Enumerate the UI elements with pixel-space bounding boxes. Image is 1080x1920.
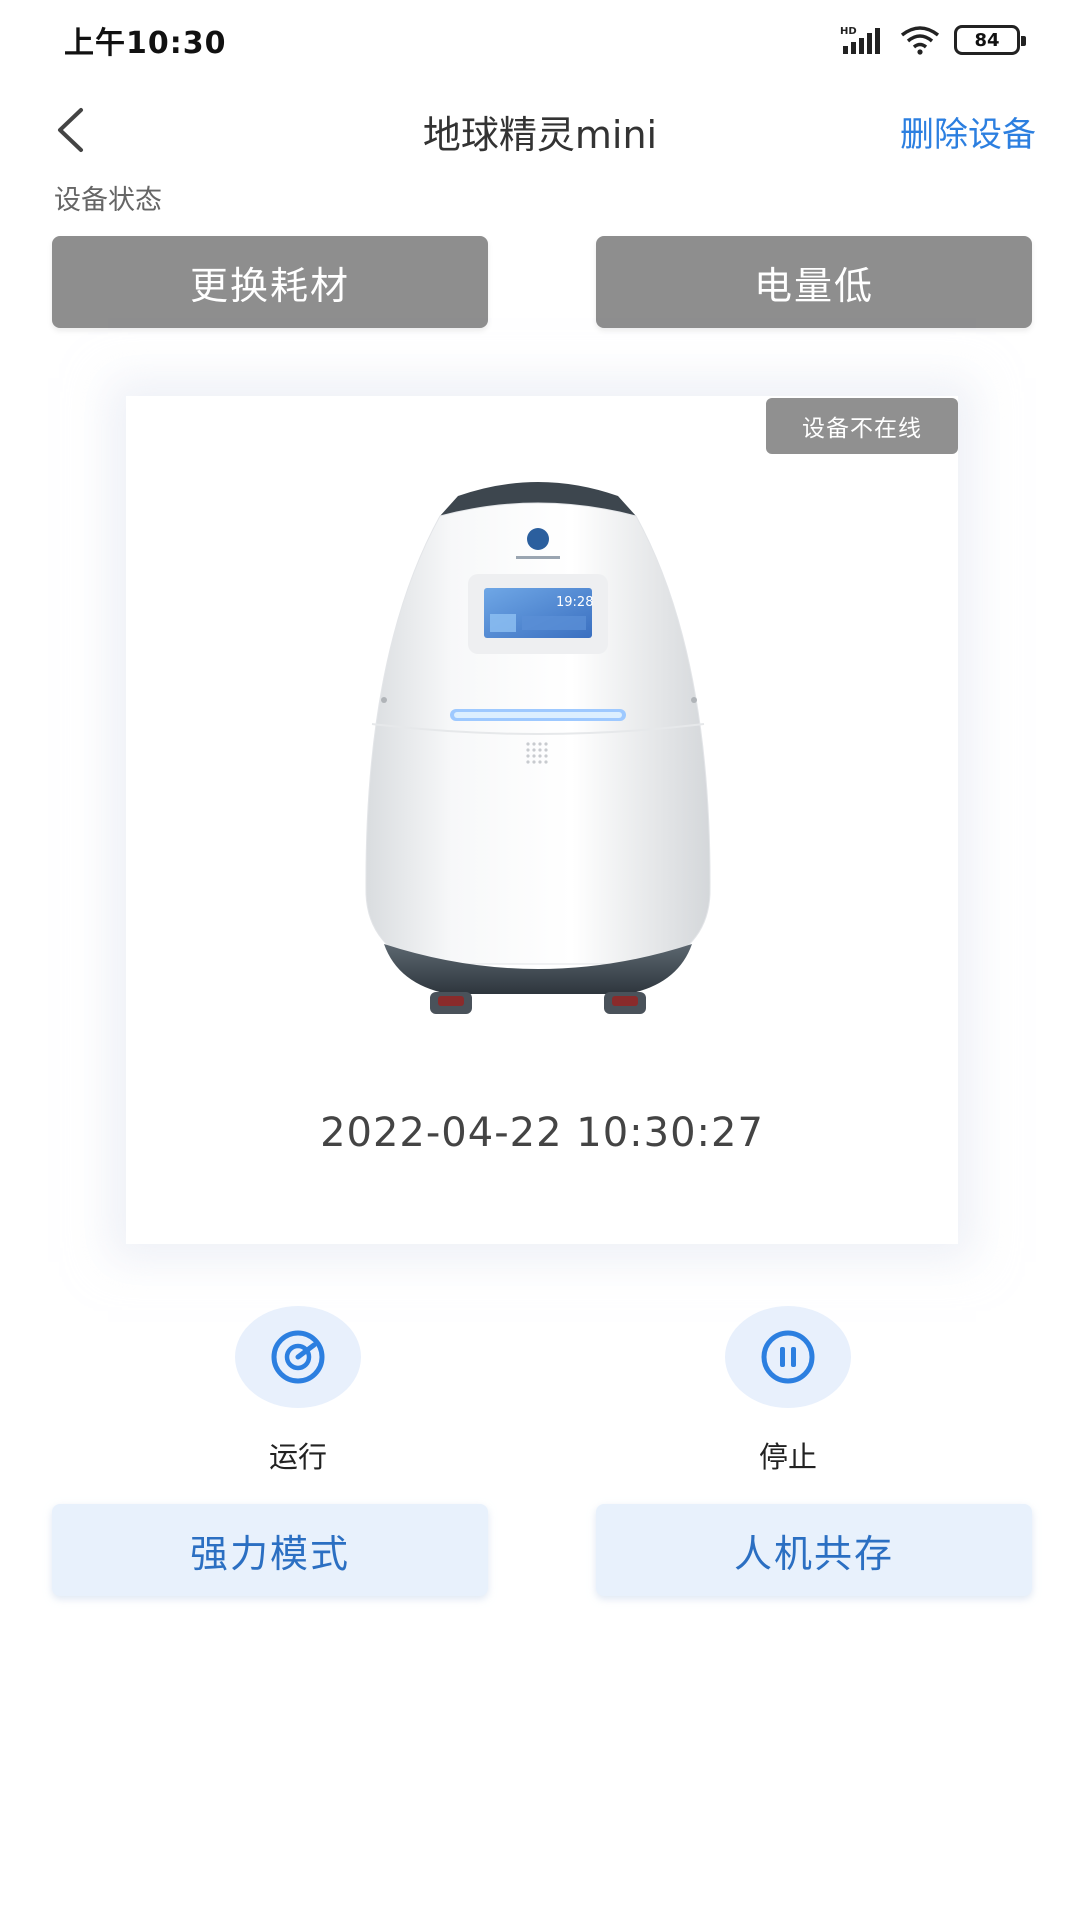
hd-signal-icon: HD: [840, 26, 880, 54]
stop-label: 停止: [758, 1440, 817, 1474]
wifi-icon: [900, 26, 940, 55]
nav-bar: 地球精灵mini 删除设备: [0, 80, 1080, 190]
device-screen-time: 19:28: [556, 595, 593, 610]
offline-badge: 设备不在线: [766, 398, 958, 454]
run-button[interactable]: [235, 1306, 361, 1408]
run-label: 运行: [268, 1440, 327, 1474]
gauge-icon: [271, 1330, 325, 1384]
battery-level: 84: [974, 29, 1000, 51]
device-status-label: 设备状态: [54, 185, 162, 216]
back-button[interactable]: [40, 90, 100, 170]
replace-consumables-button[interactable]: 更换耗材: [52, 236, 488, 328]
delete-device-button[interactable]: 删除设备: [900, 80, 1036, 190]
device-detail-page: 上午10:30 HD 84 地球精灵mini 删除设备 设备状态 更换耗材 电量…: [0, 0, 1080, 1920]
coexist-mode-button[interactable]: 人机共存: [596, 1504, 1032, 1596]
device-timestamp: 2022-04-22 10:30:27: [320, 1110, 764, 1156]
pause-icon: [761, 1330, 815, 1384]
stop-control[interactable]: 停止: [688, 1306, 888, 1476]
run-control[interactable]: 运行: [198, 1306, 398, 1476]
stop-button[interactable]: [725, 1306, 851, 1408]
status-icons: HD 84: [840, 20, 1026, 60]
device-image: 19:28: [365, 482, 711, 1014]
low-battery-button[interactable]: 电量低: [596, 236, 1032, 328]
chevron-left-icon: [58, 108, 83, 152]
status-bar: 上午10:30 HD 84: [0, 0, 1080, 80]
status-time: 上午10:30: [64, 26, 227, 61]
svg-text:HD: HD: [840, 26, 857, 37]
battery-icon: 84: [954, 25, 1026, 55]
power-mode-button[interactable]: 强力模式: [52, 1504, 488, 1596]
device-card: 设备不在线 19:28 2022-04-22 10:30:27: [126, 396, 958, 1244]
